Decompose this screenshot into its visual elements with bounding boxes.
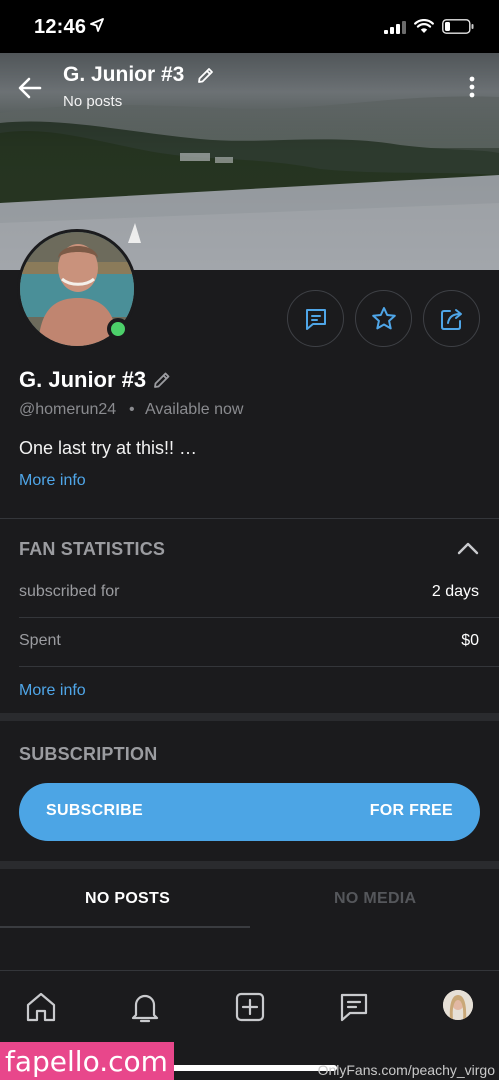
profile-handle: @homerun24 — [19, 401, 117, 418]
battery-icon — [442, 19, 474, 34]
share-button[interactable] — [423, 290, 480, 347]
profile-name: G. Junior #3 — [19, 367, 147, 392]
favorite-button[interactable] — [355, 290, 412, 347]
row-divider — [19, 666, 499, 667]
header-subtitle: No posts — [63, 93, 123, 110]
profile-avatar-photo — [443, 990, 473, 1020]
chevron-up-icon[interactable] — [457, 540, 479, 556]
fan-stats-more-info-link[interactable]: More info — [19, 682, 86, 700]
back-arrow-icon[interactable] — [16, 74, 44, 102]
subscribe-price: FOR FREE — [369, 802, 453, 819]
header-title: G. Junior #3 — [63, 63, 185, 86]
messages-icon[interactable] — [336, 989, 372, 1025]
home-icon[interactable] — [23, 989, 59, 1025]
tab-media[interactable]: NO MEDIA — [334, 890, 416, 908]
section-divider — [0, 518, 499, 519]
message-button[interactable] — [287, 290, 344, 347]
subscribe-button[interactable]: SUBSCRIBE FOR FREE — [19, 783, 480, 841]
watermark-left: fapello.com — [0, 1042, 174, 1080]
status-bar: 12:46 — [0, 0, 499, 53]
add-post-icon[interactable] — [232, 989, 268, 1025]
kebab-menu-icon[interactable] — [462, 74, 482, 100]
availability-status: Available now — [145, 401, 244, 418]
row-divider — [19, 617, 499, 618]
online-status-dot — [107, 318, 129, 340]
stat-label-subscribed: subscribed for — [19, 583, 120, 600]
stat-value-subscribed: 2 days — [431, 583, 479, 600]
fan-statistics-title: FAN STATISTICS — [19, 539, 166, 559]
profile-avatar[interactable] — [443, 990, 473, 1020]
home-indicator — [162, 1065, 337, 1071]
section-divider-thick — [0, 713, 499, 721]
status-time: 12:46 — [34, 16, 87, 38]
stat-value-spent: $0 — [461, 632, 479, 649]
profile-bio: One last try at this!! … — [19, 438, 198, 458]
stat-label-spent: Spent — [19, 632, 61, 649]
handle-separator: • — [129, 401, 135, 418]
share-icon — [440, 308, 462, 330]
watermark-right: OnlyFans.com/peachy_virgo — [317, 1062, 495, 1078]
cellular-signal-icon — [384, 21, 406, 34]
wifi-icon — [414, 19, 434, 33]
subscribe-label: SUBSCRIBE — [46, 802, 143, 819]
location-arrow-icon — [90, 18, 104, 32]
edit-name-icon[interactable] — [152, 370, 172, 390]
edit-pencil-icon[interactable] — [196, 66, 215, 85]
active-tab-indicator — [0, 926, 250, 928]
subscription-title: SUBSCRIPTION — [19, 744, 158, 764]
star-icon — [371, 306, 396, 329]
section-divider-thick — [0, 861, 499, 869]
profile-more-info-link[interactable]: More info — [19, 472, 86, 490]
notifications-bell-icon[interactable] — [127, 989, 163, 1025]
message-icon — [305, 308, 326, 330]
tab-posts[interactable]: NO POSTS — [85, 890, 170, 908]
